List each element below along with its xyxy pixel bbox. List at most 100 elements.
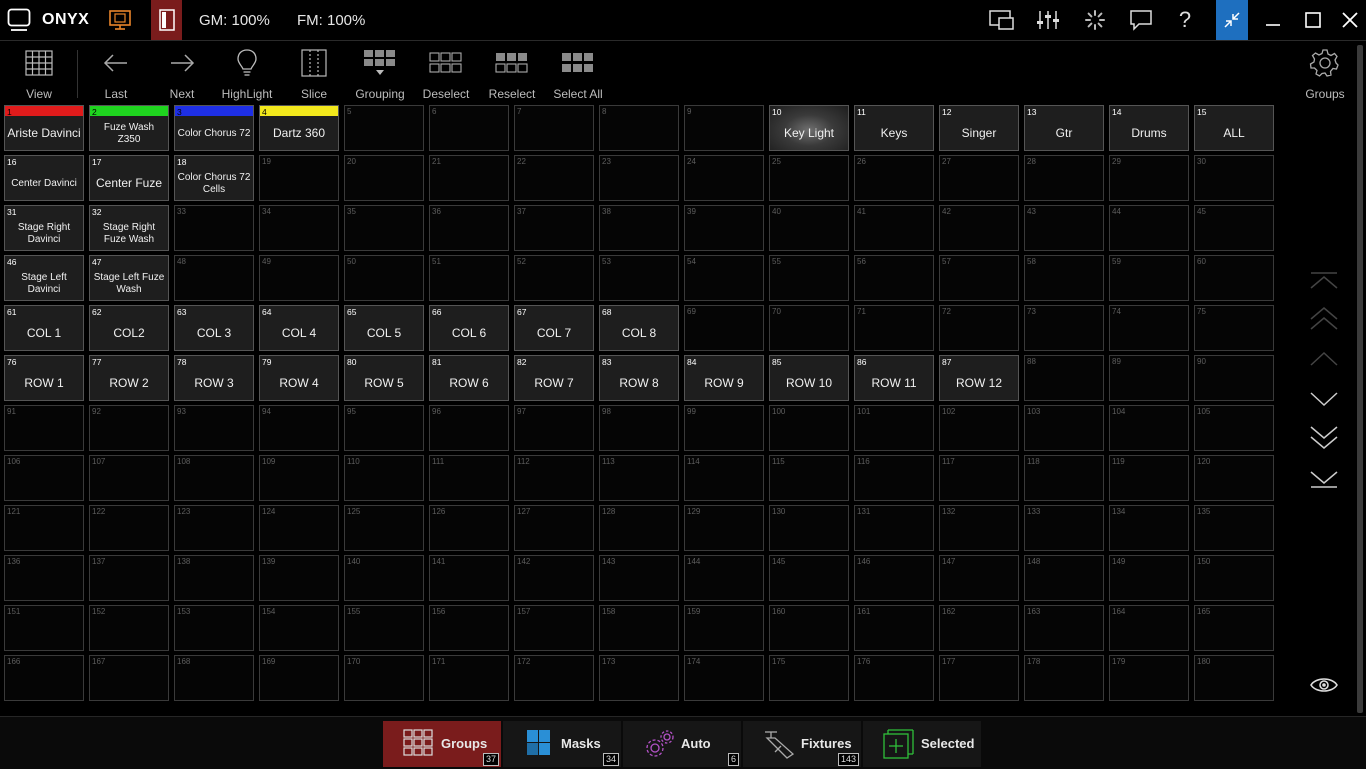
group-button[interactable]: 78 ROW 3 [174, 355, 254, 401]
empty-group-slot[interactable]: 125 [344, 505, 424, 551]
empty-group-slot[interactable]: 58 [1024, 255, 1104, 301]
empty-group-slot[interactable]: 147 [939, 555, 1019, 601]
empty-group-slot[interactable]: 116 [854, 455, 934, 501]
monitor-icon[interactable] [106, 0, 134, 40]
reselect-button[interactable]: Reselect [486, 41, 538, 103]
empty-group-slot[interactable]: 113 [599, 455, 679, 501]
group-button[interactable]: 65 COL 5 [344, 305, 424, 351]
empty-group-slot[interactable]: 171 [429, 655, 509, 701]
empty-group-slot[interactable]: 127 [514, 505, 594, 551]
group-button[interactable]: 66 COL 6 [429, 305, 509, 351]
tab-masks[interactable]: Masks 34 [503, 721, 621, 767]
empty-group-slot[interactable]: 138 [174, 555, 254, 601]
empty-group-slot[interactable]: 143 [599, 555, 679, 601]
empty-group-slot[interactable]: 142 [514, 555, 594, 601]
group-button[interactable]: 67 COL 7 [514, 305, 594, 351]
empty-group-slot[interactable]: 50 [344, 255, 424, 301]
empty-group-slot[interactable]: 52 [514, 255, 594, 301]
empty-group-slot[interactable]: 118 [1024, 455, 1104, 501]
empty-group-slot[interactable]: 9 [684, 105, 764, 151]
empty-group-slot[interactable]: 98 [599, 405, 679, 451]
empty-group-slot[interactable]: 178 [1024, 655, 1104, 701]
empty-group-slot[interactable]: 101 [854, 405, 934, 451]
empty-group-slot[interactable]: 107 [89, 455, 169, 501]
group-button[interactable]: 10 Key Light [769, 105, 849, 151]
deselect-button[interactable]: Deselect [420, 41, 472, 103]
empty-group-slot[interactable]: 158 [599, 605, 679, 651]
empty-group-slot[interactable]: 144 [684, 555, 764, 601]
empty-group-slot[interactable]: 139 [259, 555, 339, 601]
empty-group-slot[interactable]: 93 [174, 405, 254, 451]
empty-group-slot[interactable]: 134 [1109, 505, 1189, 551]
empty-group-slot[interactable]: 176 [854, 655, 934, 701]
empty-group-slot[interactable]: 124 [259, 505, 339, 551]
group-button[interactable]: 61 COL 1 [4, 305, 84, 351]
group-button[interactable]: 14 Drums [1109, 105, 1189, 151]
empty-group-slot[interactable]: 8 [599, 105, 679, 151]
group-button[interactable]: 76 ROW 1 [4, 355, 84, 401]
empty-group-slot[interactable]: 146 [854, 555, 934, 601]
empty-group-slot[interactable]: 69 [684, 305, 764, 351]
empty-group-slot[interactable]: 26 [854, 155, 934, 201]
empty-group-slot[interactable]: 110 [344, 455, 424, 501]
empty-group-slot[interactable]: 120 [1194, 455, 1274, 501]
restore-compact-icon[interactable] [1216, 0, 1248, 40]
empty-group-slot[interactable]: 148 [1024, 555, 1104, 601]
empty-group-slot[interactable]: 51 [429, 255, 509, 301]
empty-group-slot[interactable]: 115 [769, 455, 849, 501]
empty-group-slot[interactable]: 95 [344, 405, 424, 451]
empty-group-slot[interactable]: 7 [514, 105, 594, 151]
group-button[interactable]: 79 ROW 4 [259, 355, 339, 401]
group-button[interactable]: 84 ROW 9 [684, 355, 764, 401]
empty-group-slot[interactable]: 70 [769, 305, 849, 351]
empty-group-slot[interactable]: 162 [939, 605, 1019, 651]
empty-group-slot[interactable]: 168 [174, 655, 254, 701]
empty-group-slot[interactable]: 167 [89, 655, 169, 701]
empty-group-slot[interactable]: 106 [4, 455, 84, 501]
empty-group-slot[interactable]: 73 [1024, 305, 1104, 351]
empty-group-slot[interactable]: 160 [769, 605, 849, 651]
group-button[interactable]: 80 ROW 5 [344, 355, 424, 401]
empty-group-slot[interactable]: 179 [1109, 655, 1189, 701]
empty-group-slot[interactable]: 33 [174, 205, 254, 251]
empty-group-slot[interactable]: 177 [939, 655, 1019, 701]
empty-group-slot[interactable]: 156 [429, 605, 509, 651]
empty-group-slot[interactable]: 56 [854, 255, 934, 301]
empty-group-slot[interactable]: 165 [1194, 605, 1274, 651]
empty-group-slot[interactable]: 152 [89, 605, 169, 651]
empty-group-slot[interactable]: 151 [4, 605, 84, 651]
empty-group-slot[interactable]: 155 [344, 605, 424, 651]
empty-group-slot[interactable]: 42 [939, 205, 1019, 251]
slice-button[interactable]: Slice [289, 41, 339, 103]
empty-group-slot[interactable]: 55 [769, 255, 849, 301]
empty-group-slot[interactable]: 39 [684, 205, 764, 251]
empty-group-slot[interactable]: 49 [259, 255, 339, 301]
scroll-up-icon[interactable] [1306, 344, 1342, 374]
empty-group-slot[interactable]: 140 [344, 555, 424, 601]
empty-group-slot[interactable]: 122 [89, 505, 169, 551]
empty-group-slot[interactable]: 170 [344, 655, 424, 701]
empty-group-slot[interactable]: 161 [854, 605, 934, 651]
group-button[interactable]: 64 COL 4 [259, 305, 339, 351]
empty-group-slot[interactable]: 109 [259, 455, 339, 501]
empty-group-slot[interactable]: 166 [4, 655, 84, 701]
empty-group-slot[interactable]: 159 [684, 605, 764, 651]
empty-group-slot[interactable]: 96 [429, 405, 509, 451]
empty-group-slot[interactable]: 53 [599, 255, 679, 301]
empty-group-slot[interactable]: 6 [429, 105, 509, 151]
group-button[interactable]: 1 Ariste Davinci [4, 105, 84, 151]
empty-group-slot[interactable]: 27 [939, 155, 1019, 201]
group-button[interactable]: 2 Fuze Wash Z350 [89, 105, 169, 151]
empty-group-slot[interactable]: 163 [1024, 605, 1104, 651]
empty-group-slot[interactable]: 114 [684, 455, 764, 501]
group-button[interactable]: 17 Center Fuze [89, 155, 169, 201]
empty-group-slot[interactable]: 180 [1194, 655, 1274, 701]
empty-group-slot[interactable]: 141 [429, 555, 509, 601]
empty-group-slot[interactable]: 119 [1109, 455, 1189, 501]
group-button[interactable]: 82 ROW 7 [514, 355, 594, 401]
group-button[interactable]: 3 Color Chorus 72 [174, 105, 254, 151]
empty-group-slot[interactable]: 112 [514, 455, 594, 501]
empty-group-slot[interactable]: 121 [4, 505, 84, 551]
empty-group-slot[interactable]: 105 [1194, 405, 1274, 451]
windows-icon[interactable] [988, 0, 1016, 40]
